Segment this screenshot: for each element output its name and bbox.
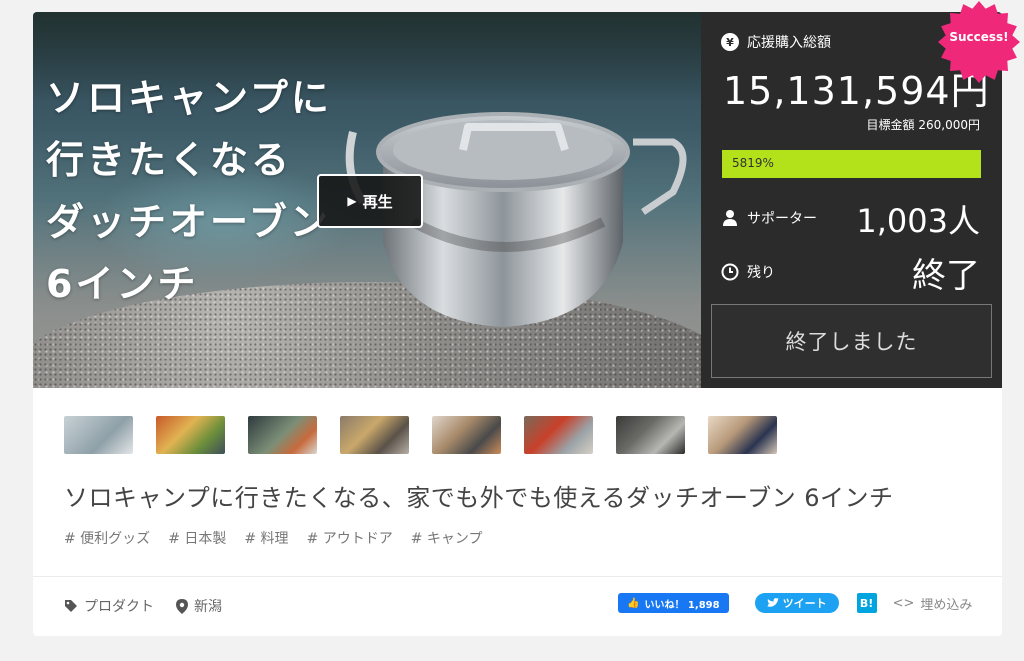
remaining-value: 終了 <box>912 256 980 296</box>
hero-title-line: 6インチ <box>46 262 199 306</box>
supporters-count: 1,003人 <box>856 202 980 240</box>
thumbnail[interactable] <box>248 416 317 454</box>
twitter-bird-icon <box>766 598 779 607</box>
thumbnail-strip <box>64 416 777 454</box>
tweet-label: ツイート <box>782 597 827 610</box>
embed-button[interactable]: <> 埋め込み <box>893 594 973 613</box>
total-label: 応援購入総額 <box>747 35 831 51</box>
tag-link[interactable]: # 日本製 <box>168 528 226 548</box>
hero-title: ソロキャンプに 行きたくなる ダッチオーブン 6インチ <box>46 67 332 315</box>
location-label: 新潟 <box>194 599 222 615</box>
tag-link[interactable]: # キャンプ <box>411 528 483 548</box>
supporters-label: サポーター <box>747 211 817 227</box>
tweet-button[interactable]: ツイート <box>754 593 839 613</box>
tag-icon <box>65 600 77 612</box>
hero-title-line: ソロキャンプに <box>46 76 332 120</box>
project-card: ソロキャンプに 行きたくなる ダッチオーブン 6インチ ▶ 再生 ¥ 応援購入総… <box>33 12 1002 636</box>
hero-title-line: 行きたくなる <box>46 138 293 182</box>
ended-button[interactable]: 終了しました <box>711 304 992 378</box>
embed-label: 埋め込み <box>920 597 973 613</box>
thumbnail[interactable] <box>340 416 409 454</box>
play-icon: ▶ <box>347 194 357 208</box>
thumbnail[interactable] <box>156 416 225 454</box>
facebook-like-label: いいね！ 1,898 <box>644 599 720 611</box>
location-link[interactable]: 新潟 <box>176 596 222 616</box>
yen-icon: ¥ <box>721 33 739 51</box>
category-label: プロダクト <box>84 599 154 615</box>
remaining-label: 残り <box>747 265 775 281</box>
total-label-row: ¥ 応援購入総額 <box>721 32 831 52</box>
share-bar: 👍 いいね！ 1,898 ツイート B! <> 埋め込み <box>618 593 972 613</box>
tag-link[interactable]: # 便利グッズ <box>64 528 150 548</box>
thumbnail[interactable] <box>524 416 593 454</box>
hero-title-line: ダッチオーブン <box>46 200 331 244</box>
code-icon: <> <box>892 595 915 611</box>
success-badge-text: Success! <box>949 30 1009 44</box>
tag-list: # 便利グッズ # 日本製 # 料理 # アウトドア # キャンプ <box>64 528 483 548</box>
success-badge: Success! <box>937 0 1021 84</box>
person-icon <box>723 210 737 226</box>
project-title: ソロキャンプに行きたくなる、家でも外でも使えるダッチオーブン 6インチ <box>64 484 894 512</box>
clock-icon <box>721 263 739 281</box>
play-label: 再生 <box>362 192 393 211</box>
progress-bar: 5819% <box>722 150 981 178</box>
thumbs-up-icon: 👍 <box>627 597 640 609</box>
thumbnail[interactable] <box>616 416 685 454</box>
category-link[interactable]: プロダクト <box>64 596 154 616</box>
goal-amount: 目標金額 260,000円 <box>866 118 980 132</box>
hero-video[interactable]: ソロキャンプに 行きたくなる ダッチオーブン 6インチ ▶ 再生 <box>33 12 701 388</box>
facebook-like-button[interactable]: 👍 いいね！ 1,898 <box>618 593 729 613</box>
thumbnail[interactable] <box>432 416 501 454</box>
project-meta: プロダクト 新潟 <box>64 596 222 616</box>
tag-link[interactable]: # アウトドア <box>307 528 393 548</box>
tag-link[interactable]: # 料理 <box>244 528 288 548</box>
progress-percent: 5819% <box>732 156 774 170</box>
supporters-label-row: サポーター <box>721 208 817 228</box>
divider <box>33 576 1002 577</box>
map-pin-icon <box>176 598 188 614</box>
hatena-bookmark-button[interactable]: B! <box>856 593 877 613</box>
remaining-label-row: 残り <box>721 262 775 282</box>
thumbnail[interactable] <box>64 416 133 454</box>
thumbnail[interactable] <box>708 416 777 454</box>
play-button[interactable]: ▶ 再生 <box>317 174 423 228</box>
